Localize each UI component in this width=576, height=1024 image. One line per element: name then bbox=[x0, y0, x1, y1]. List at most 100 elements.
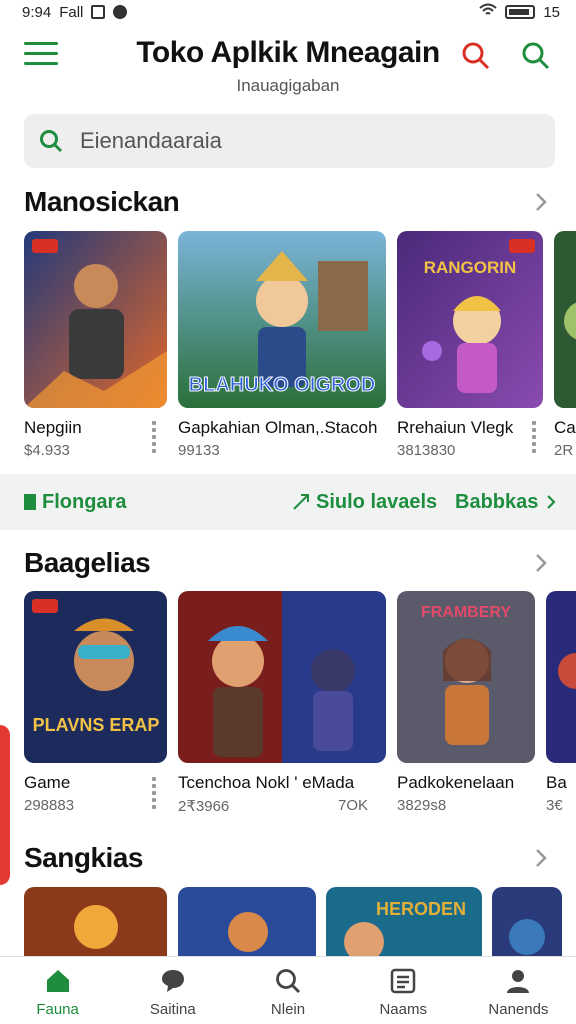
art-text: FRAMBERY bbox=[421, 604, 511, 621]
app-thumbnail bbox=[178, 591, 386, 763]
app-price: 99133 bbox=[178, 442, 220, 459]
side-tab[interactable] bbox=[0, 725, 10, 885]
badge bbox=[32, 239, 58, 253]
filter-primary[interactable]: Flongara bbox=[24, 491, 126, 514]
nav-label: Fauna bbox=[36, 1001, 79, 1018]
app-thumbnail: FRAMBERY bbox=[397, 591, 535, 763]
square-icon bbox=[24, 494, 36, 510]
app-thumbnail: PLAVNS ERAP bbox=[24, 591, 167, 763]
battery-level: 15 bbox=[543, 3, 560, 21]
profile-icon bbox=[507, 970, 530, 993]
nav-item-profile[interactable]: Nanends bbox=[461, 957, 576, 1024]
art-text: BLAHUKO OIGROD bbox=[189, 374, 376, 396]
search-bar[interactable] bbox=[24, 114, 555, 168]
filter-primary-label: Flongara bbox=[42, 490, 127, 513]
app-title: Gapkahian Olman,.Stacoh bbox=[178, 418, 378, 437]
filter-more[interactable]: Babbkas bbox=[455, 491, 558, 514]
app-card[interactable]: Ba 3€ bbox=[546, 591, 576, 814]
chevron-right-icon[interactable] bbox=[530, 847, 552, 869]
app-card[interactable]: RANGORIN Rrehaiun Vlegk 3813830 bbox=[397, 231, 543, 459]
nav-label: Nanends bbox=[488, 1001, 549, 1018]
app-card[interactable]: Ca 2R bbox=[554, 231, 576, 459]
app-title: Nepgiin bbox=[24, 418, 82, 437]
app-thumbnail: HERODEN bbox=[326, 887, 482, 956]
more-options-icon[interactable] bbox=[152, 777, 158, 809]
app-title: Padkokenelaan bbox=[397, 773, 515, 792]
section-header-1: Manosickan bbox=[24, 182, 552, 222]
app-thumbnail: BLAHUKO OIGROD bbox=[178, 231, 386, 408]
nav-item-chat[interactable]: Saitina bbox=[115, 957, 230, 1024]
bottom-navigation: Fauna Saitina Nlein Naams Nanends bbox=[0, 956, 576, 1024]
status-bar: 9:94 Fall 15 bbox=[0, 0, 576, 24]
app-thumbnail bbox=[554, 231, 576, 408]
nav-label: Saitina bbox=[149, 1001, 196, 1018]
nav-label: Naams bbox=[379, 1001, 427, 1018]
filter-trending-label: Siulo lavaels bbox=[316, 490, 438, 513]
app-thumbnail bbox=[492, 887, 562, 956]
home-icon bbox=[46, 970, 69, 992]
app-card[interactable] bbox=[178, 887, 316, 956]
search-icon bbox=[276, 969, 300, 993]
search-icon bbox=[522, 42, 550, 70]
app-price: 3829s8 bbox=[397, 797, 447, 814]
more-options-icon[interactable] bbox=[152, 421, 158, 453]
badge bbox=[32, 599, 58, 613]
list-icon bbox=[390, 968, 416, 994]
app-notification-icon bbox=[113, 5, 128, 19]
app-card[interactable] bbox=[24, 887, 167, 956]
app-card[interactable]: PLAVNS ERAP Game 298883 bbox=[24, 591, 167, 814]
section-header-3: Sangkias bbox=[24, 838, 552, 878]
filter-more-label: Babbkas bbox=[455, 490, 539, 513]
section-title: Manosickan bbox=[24, 186, 180, 217]
art-text: PLAVNS ERAP bbox=[33, 715, 160, 735]
app-card[interactable]: HERODEN bbox=[326, 887, 482, 956]
battery-icon bbox=[505, 5, 536, 19]
app-card[interactable]: Tcenchoa Nokl ' eMada 2₹3966 7OK bbox=[178, 591, 386, 815]
app-title: Game bbox=[24, 773, 71, 792]
app-price: 3813830 bbox=[397, 442, 456, 459]
app-card[interactable]: Nepgiin $4.933 bbox=[24, 231, 167, 459]
notification-icon bbox=[91, 5, 106, 19]
app-card[interactable]: BLAHUKO OIGROD Gapkahian Olman,.Stacoh 9… bbox=[178, 231, 386, 459]
card-row-2: PLAVNS ERAP Game 298883 Tcenchoa Nokl ' … bbox=[0, 591, 576, 823]
app-title: Rrehaiun Vlegk bbox=[397, 418, 514, 437]
app-card[interactable] bbox=[492, 887, 562, 956]
chevron-right-icon[interactable] bbox=[530, 552, 552, 574]
app-title: Ba bbox=[546, 773, 567, 792]
search-button-green[interactable] bbox=[520, 40, 552, 72]
app-title: Ca bbox=[554, 418, 576, 437]
status-time: 9:94 bbox=[22, 3, 52, 21]
app-price: 3€ bbox=[546, 797, 563, 814]
app-thumbnail bbox=[178, 887, 316, 956]
app-thumbnail bbox=[24, 887, 167, 956]
wifi-icon bbox=[479, 3, 497, 21]
art-text: HERODEN bbox=[376, 899, 466, 919]
app-price: 298883 bbox=[24, 797, 75, 814]
app-header: Toko Aplkik Mneagain Inauagigaban bbox=[0, 28, 576, 100]
search-input[interactable] bbox=[80, 128, 510, 154]
filter-trending[interactable]: Siulo lavaels bbox=[292, 491, 437, 514]
search-button-red[interactable] bbox=[460, 40, 492, 72]
app-price: $4.933 bbox=[24, 442, 70, 459]
nav-item-home[interactable]: Fauna bbox=[0, 957, 115, 1024]
status-indicators: Fall bbox=[59, 3, 84, 21]
section-title: Sangkias bbox=[24, 842, 143, 873]
app-price: 2R bbox=[554, 442, 574, 459]
app-price: 2₹3966 bbox=[178, 798, 230, 815]
filter-bar: Flongara Siulo lavaels Babbkas bbox=[0, 474, 576, 530]
app-thumbnail bbox=[24, 231, 167, 408]
nav-item-list[interactable]: Naams bbox=[346, 957, 461, 1024]
app-card[interactable]: FRAMBERY Padkokenelaan 3829s8 bbox=[397, 591, 535, 814]
chevron-right-icon[interactable] bbox=[530, 191, 552, 213]
card-row-3: HERODEN bbox=[0, 887, 576, 956]
app-thumbnail: RANGORIN bbox=[397, 231, 543, 408]
chat-icon bbox=[161, 970, 184, 992]
page-subtitle: Inauagigaban bbox=[236, 76, 340, 95]
nav-item-search[interactable]: Nlein bbox=[230, 957, 345, 1024]
trending-icon bbox=[293, 494, 309, 510]
search-icon bbox=[462, 42, 490, 70]
card-row-1: Nepgiin $4.933 BLAHUKO OIGROD Gapkahian … bbox=[0, 231, 576, 466]
app-size: 7OK bbox=[337, 797, 368, 814]
more-options-icon[interactable] bbox=[532, 421, 538, 453]
search-icon bbox=[40, 130, 63, 153]
